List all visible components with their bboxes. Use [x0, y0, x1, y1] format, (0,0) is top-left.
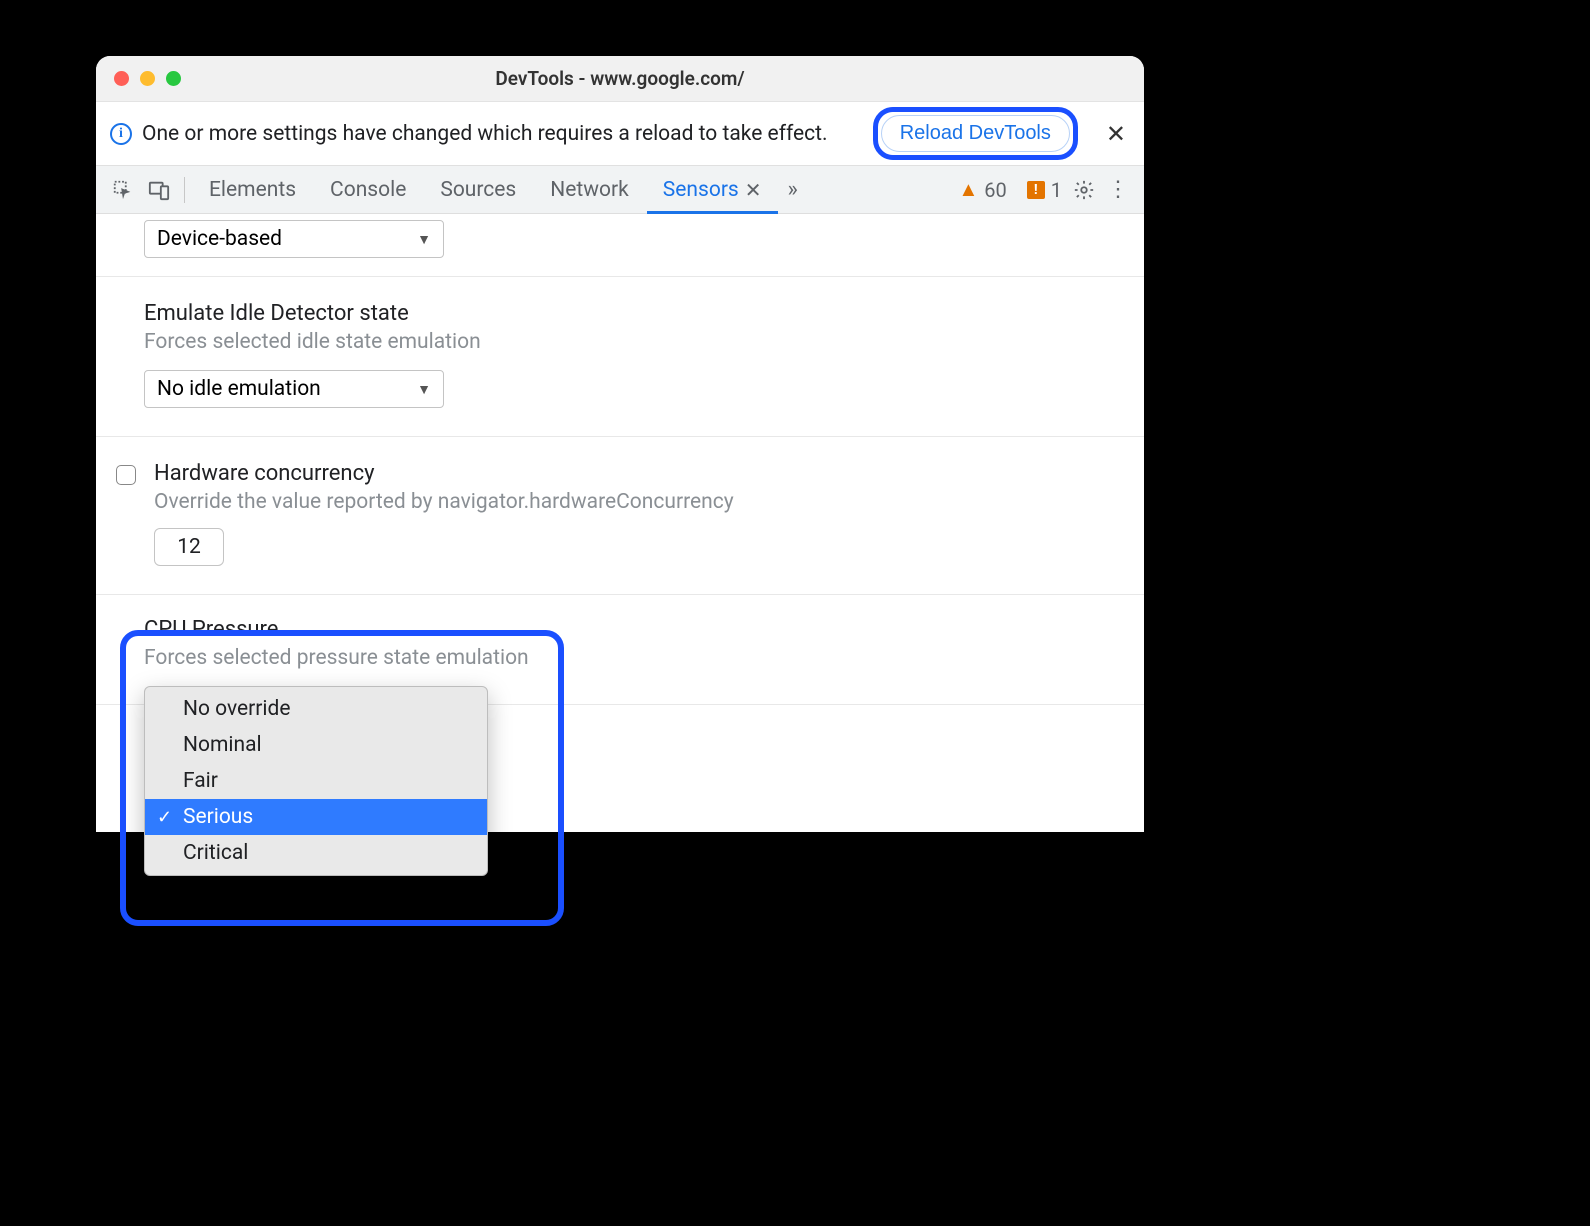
minimize-window-button[interactable] [140, 71, 155, 86]
idle-detector-section: Emulate Idle Detector state Forces selec… [96, 277, 1144, 437]
close-window-button[interactable] [114, 71, 129, 86]
window-title: DevTools - www.google.com/ [96, 67, 1144, 90]
more-options-icon[interactable]: ⋮ [1102, 174, 1134, 206]
cpu-pressure-dropdown[interactable]: No overrideNominalFairSeriousCritical [144, 686, 488, 876]
warning-icon: ▲ [958, 177, 978, 202]
reload-highlight: Reload DevTools [873, 107, 1078, 160]
issue-count: 1 [1051, 178, 1062, 202]
cpu-desc: Forces selected pressure state emulation [144, 646, 1124, 670]
idle-desc: Forces selected idle state emulation [144, 330, 1124, 354]
hw-desc: Override the value reported by navigator… [154, 490, 734, 514]
settings-gear-icon[interactable] [1068, 174, 1100, 206]
sensors-panel: Device-based ▼ Emulate Idle Detector sta… [96, 214, 1144, 832]
info-bar: i One or more settings have changed whic… [96, 102, 1144, 166]
tab-sources[interactable]: Sources [424, 166, 532, 213]
info-icon: i [110, 123, 132, 145]
issue-icon: ! [1027, 181, 1045, 199]
info-message: One or more settings have changed which … [142, 122, 863, 146]
window-titlebar: DevTools - www.google.com/ [96, 56, 1144, 102]
idle-title: Emulate Idle Detector state [144, 301, 1124, 326]
close-tab-icon[interactable]: ✕ [745, 178, 762, 202]
cpu-option-nominal[interactable]: Nominal [145, 727, 487, 763]
idle-select[interactable]: No idle emulation ▼ [144, 370, 444, 408]
device-select[interactable]: Device-based ▼ [144, 220, 444, 258]
tab-network[interactable]: Network [534, 166, 645, 213]
tab-sensors[interactable]: Sensors ✕ [647, 166, 778, 213]
divider [184, 177, 185, 203]
cpu-option-fair[interactable]: Fair [145, 763, 487, 799]
hw-concurrency-input[interactable]: 12 [154, 528, 224, 566]
cpu-option-no-override[interactable]: No override [145, 691, 487, 727]
cpu-option-serious[interactable]: Serious [145, 799, 487, 835]
cpu-pressure-section: CPU Pressure Forces selected pressure st… [96, 595, 1144, 705]
device-toolbar-icon[interactable] [142, 173, 176, 207]
status-counts[interactable]: ▲ 60 ! 1 [954, 177, 1066, 202]
device-select-value: Device-based [157, 227, 282, 251]
device-based-section: Device-based ▼ [96, 214, 1144, 277]
cpu-title: CPU Pressure [144, 617, 1124, 642]
idle-select-value: No idle emulation [157, 377, 321, 401]
maximize-window-button[interactable] [166, 71, 181, 86]
devtools-window: DevTools - www.google.com/ i One or more… [96, 56, 1144, 832]
reload-devtools-button[interactable]: Reload DevTools [881, 115, 1070, 152]
inspect-element-icon[interactable] [106, 173, 140, 207]
warning-count: 60 [984, 178, 1006, 202]
traffic-lights [96, 71, 181, 86]
hw-concurrency-checkbox[interactable] [116, 465, 136, 485]
hw-title: Hardware concurrency [154, 461, 734, 486]
panel-tabbar: Elements Console Sources Network Sensors… [96, 166, 1144, 214]
tab-console[interactable]: Console [314, 166, 422, 213]
chevron-down-icon: ▼ [417, 231, 431, 248]
dismiss-infobar-button[interactable]: ✕ [1106, 120, 1126, 148]
more-tabs-button[interactable]: » [780, 177, 806, 202]
cpu-option-critical[interactable]: Critical [145, 835, 487, 871]
chevron-down-icon: ▼ [417, 381, 431, 398]
tab-elements[interactable]: Elements [193, 166, 312, 213]
hardware-concurrency-section: Hardware concurrency Override the value … [96, 437, 1144, 595]
